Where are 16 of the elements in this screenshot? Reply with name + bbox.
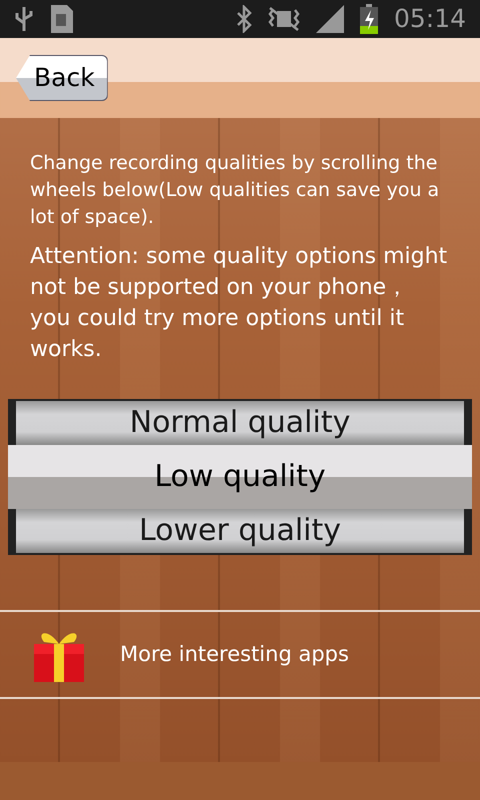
quality-option[interactable]: Low quality (8, 445, 472, 509)
quality-option[interactable]: Lower quality (16, 509, 464, 553)
description-text: Change recording qualities by scrolling the wheels below(Low qualities can save you a lot of space). (30, 151, 440, 230)
quality-option[interactable]: Normal quality (16, 401, 464, 445)
vibrate-mute-icon (268, 6, 300, 32)
battery-icon (360, 4, 378, 34)
usb-icon (14, 5, 34, 33)
signal-icon (316, 5, 344, 33)
more-apps-row[interactable]: More interesting apps (0, 610, 480, 699)
quality-wheel[interactable]: Normal quality Low quality Lower quality (8, 399, 472, 555)
more-apps-label: More interesting apps (120, 640, 349, 668)
attention-text: Attention: some quality options might not be supported on your phone， you could try more options until it works. (30, 243, 448, 364)
back-button[interactable]: Back (16, 55, 108, 101)
bluetooth-icon (236, 5, 252, 33)
sim-card-icon (50, 4, 76, 34)
clock-text: 05:14 (394, 3, 466, 35)
